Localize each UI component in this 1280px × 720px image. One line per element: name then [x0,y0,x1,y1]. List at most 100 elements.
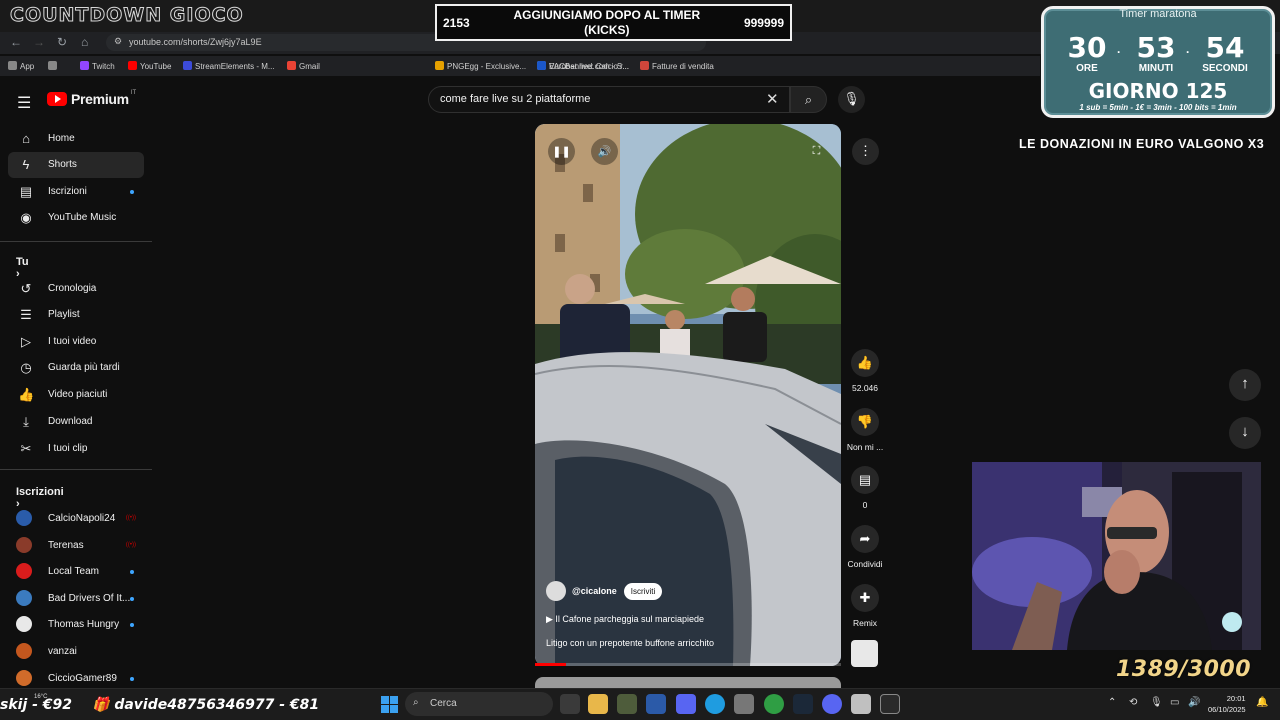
comments-button[interactable]: ▤ 0 [840,466,890,510]
sidebar-item-i-tuoi-clip[interactable]: ✂ I tuoi clip [8,436,144,462]
search-input[interactable]: come fare live su 2 piattaforme [428,86,790,113]
subscription-label: vanzai [48,646,77,657]
bookmark-item[interactable]: Gmail [287,61,320,71]
network-icon[interactable]: ▭ [1170,697,1179,708]
sidebar-item-label: Cronologia [48,283,97,294]
more-options-button[interactable]: ⋮ [852,138,879,165]
bookmark-label: StreamElements - M... [195,62,275,71]
previous-short-button[interactable]: ↑ [1229,369,1261,401]
sidebar-item-shorts[interactable]: ϟ Shorts [8,152,144,178]
channel-row: @cicalone Iscriviti [546,581,663,601]
sidebar-item-home[interactable]: ⌂ Home [8,126,144,152]
url-text: youtube.com/shorts/Zwj6jy7aL9E [129,37,262,47]
taskbar-search-placeholder: Cerca [430,698,457,709]
tray-mic-icon[interactable]: 🎙 [1150,697,1163,708]
app-icon[interactable] [676,694,696,714]
windows-start-icon[interactable] [381,696,398,713]
edge-icon[interactable] [705,694,725,714]
subscription-item[interactable]: Bad Drivers Of It... [8,586,144,612]
chrome-icon[interactable] [764,694,784,714]
bookmark-item[interactable]: Fatture di vendita [640,61,714,71]
marathon-timer: Timer maratona 30 . 53 . 54 ORE MINUTI S… [1041,6,1275,118]
sidebar-item-playlist[interactable]: ☰ Playlist [8,302,144,328]
next-short-button[interactable]: ↓ [1229,417,1261,449]
share-button[interactable]: ➦ Condividi [840,525,890,569]
timer-seconds: 54 [1205,31,1245,64]
epic-games-icon[interactable] [880,694,900,714]
subscription-item[interactable]: CalcioNapoli24 ((•)) [8,506,144,532]
video-progress-bar[interactable] [535,663,841,666]
site-info-icon[interactable]: ⚙ [114,36,122,47]
bookmark-item[interactable]: YouTube [128,61,171,71]
taskbar-search[interactable]: ⌕ Cerca [405,692,553,716]
weather-temp[interactable]: 16°C [34,694,47,700]
volume-button[interactable]: 🔊 [591,138,618,165]
forward-icon[interactable]: → [33,35,45,49]
bookmark-favicon-icon [640,61,649,70]
sidebar-item-download[interactable]: ⤓ Download [8,409,144,435]
bookmark-item[interactable]: App [8,61,34,71]
short-title-link[interactable]: ▶ Il Cafone parcheggia sul marciapiede [546,614,704,625]
app-icon[interactable] [646,694,666,714]
subscription-item[interactable]: vanzai [8,639,144,665]
clear-search-icon[interactable]: ✕ [766,90,779,108]
subscription-item[interactable]: Local Team [8,559,144,585]
channel-avatar[interactable] [546,581,566,601]
subscription-label: Local Team [48,566,99,577]
task-view-icon[interactable] [560,694,580,714]
channel-name[interactable]: @cicalone [572,586,617,596]
stream-logo-title: COUNTDOWN GIOCO [10,4,244,27]
bookmark-label: PNGEgg - Exclusive... [447,62,527,71]
steam-icon[interactable] [793,694,813,714]
webcam-feed [972,462,1261,650]
subgoal-box: 2153 AGGIUNGIAMO DOPO AL TIMER (KICKS) 9… [435,4,792,41]
subscription-item[interactable]: Terenas ((•)) [8,533,144,559]
fullscreen-button[interactable]: ⛶ [803,138,830,165]
reload-icon[interactable]: ↻ [57,35,67,49]
pause-button[interactable]: ❚❚ [548,138,575,165]
sidebar-divider [0,469,152,470]
home-browser-icon[interactable]: ⌂ [81,35,88,49]
store-icon[interactable] [851,694,871,714]
sidebar-item-guarda-più-tardi[interactable]: ◷ Guarda più tardi [8,355,144,381]
search-button[interactable]: ⌕ [790,86,827,113]
sidebar-item-cronologia[interactable]: ↺ Cronologia [8,276,144,302]
dislike-button[interactable]: 👎 Non mi ... [840,408,890,452]
youtube-logo[interactable]: Premium IT [47,90,136,107]
file-explorer-icon[interactable] [588,694,608,714]
voice-search-button[interactable]: 🎙 [838,86,865,113]
sidebar-item-label: Guarda più tardi [48,362,120,373]
sidebar-item-i-tuoi-video[interactable]: ▷ I tuoi video [8,329,144,355]
sidebar-item-youtube-music[interactable]: ◉ YouTube Music [8,205,144,231]
history-icon: ↺ [20,281,32,296]
sidebar-item-video-piaciuti[interactable]: 👍 Video piaciuti [8,382,144,408]
live-indicator-icon: ((•)) [125,515,136,521]
sidebar-item-label: I tuoi clip [48,443,88,454]
comment-icon: ▤ [851,466,879,494]
settings-icon[interactable] [734,694,754,714]
volume-icon: 🔊 [597,146,612,158]
bookmark-item[interactable] [48,61,60,71]
speaker-icon[interactable]: 🔊 [1188,697,1200,708]
sidebar-item-iscrizioni[interactable]: ▤ Iscrizioni [8,179,144,205]
like-button[interactable]: 👍 52.046 [840,349,890,393]
back-icon[interactable]: ← [10,35,22,49]
bookmark-item[interactable]: Eurobet.live: Calcio r... [537,61,629,71]
tray-app-icon[interactable]: ⟲ [1129,697,1137,708]
bookmark-item[interactable]: Twitch [80,61,115,71]
bookmark-item[interactable]: PNGEgg - Exclusive... [435,61,526,71]
system-clock[interactable]: 20:01 06/10/2025 [1208,693,1246,715]
bookmark-item[interactable]: StreamElements - M... [183,61,275,71]
tray-chevron-icon[interactable]: ⌃ [1108,697,1116,708]
notifications-icon[interactable]: 🔔 [1256,697,1268,708]
subscription-label: Thomas Hungry [48,619,120,630]
discord-icon[interactable] [822,694,842,714]
bookmark-label: Gmail [299,62,320,71]
menu-icon[interactable]: ☰ [17,93,31,113]
xbox-icon[interactable] [617,694,637,714]
subscribe-button[interactable]: Iscriviti [623,582,663,600]
sound-thumbnail[interactable] [851,640,878,667]
liked-icon: 👍 [18,387,35,402]
remix-button[interactable]: ✚ Remix [840,584,890,628]
subscription-item[interactable]: Thomas Hungry [8,612,144,638]
